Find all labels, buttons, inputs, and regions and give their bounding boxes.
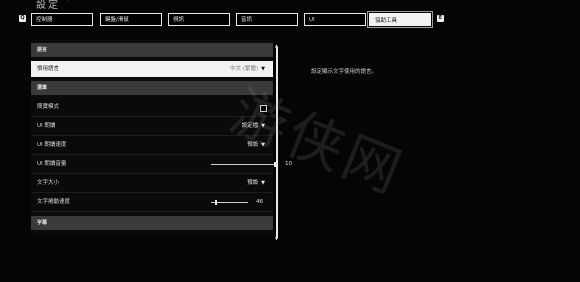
tab-keyboard-mouse[interactable]: 鍵盤/滑鼠 xyxy=(100,13,162,26)
preferred-language-label: 慣用語言 xyxy=(37,66,60,72)
ui-narration-speed-dropdown[interactable]: UI 朗讀速度 預設 ▼ xyxy=(31,136,273,155)
setting-description: 設定顯示文字使用的語言。 xyxy=(311,69,378,75)
header-title: 設定 xyxy=(36,0,60,11)
slider-thumb[interactable] xyxy=(215,200,217,205)
tab-ui[interactable]: UI xyxy=(304,13,366,26)
ui-narration-value: 設定檔 ▼ xyxy=(241,123,265,129)
text-size-dropdown[interactable]: 文字大小 預設 ▼ xyxy=(31,174,273,193)
simplified-mode-label: 簡寶模式 xyxy=(37,104,60,110)
section-menu-header: 選單 xyxy=(31,81,273,95)
preferred-language-dropdown[interactable]: 慣用語言 中文 (繁體) ▼ xyxy=(31,61,273,77)
section-subtitles-header: 字幕 xyxy=(31,216,273,230)
tab-prev-key[interactable]: Q xyxy=(19,15,26,22)
ui-narration-volume-value: 10 xyxy=(285,161,292,167)
header-caret-icon: ▾ xyxy=(66,0,71,4)
ui-narration-dropdown[interactable]: UI 朗讀 設定檔 ▼ xyxy=(31,117,273,136)
tab-video[interactable]: 視訊 xyxy=(168,13,230,26)
scrollbar[interactable] xyxy=(276,47,278,238)
simplified-mode-row[interactable]: 簡寶模式 xyxy=(31,98,273,117)
ui-narration-volume-row: UI 朗讀音量 10 xyxy=(31,155,292,174)
dropdown-arrow-icon: ▼ xyxy=(261,123,265,129)
preferred-language-value: 中文 (繁體) ▼ xyxy=(230,66,265,72)
text-scroll-speed-label: 文字捲動速度 xyxy=(37,199,71,205)
ui-narration-volume-slider[interactable] xyxy=(211,164,275,165)
tab-next-key[interactable]: E xyxy=(437,15,444,22)
scroll-down-icon[interactable]: ▼ xyxy=(275,236,278,241)
ui-narration-volume-label: UI 朗讀音量 xyxy=(37,161,67,167)
tab-accessibility[interactable]: 協助工具 xyxy=(367,11,433,28)
tab-controller[interactable]: 控制器 xyxy=(31,13,93,26)
dropdown-arrow-icon: ▼ xyxy=(261,142,265,148)
ui-narration-label: UI 朗讀 xyxy=(37,123,56,129)
ui-narration-speed-value: 預設 ▼ xyxy=(247,142,265,148)
tab-audio[interactable]: 音訊 xyxy=(236,13,298,26)
section-language-header: 語言 xyxy=(31,43,273,57)
tab-bar: Q 控制器 鍵盤/滑鼠 視訊 音訊 UI 協助工具 E xyxy=(0,11,580,28)
dropdown-arrow-icon: ▼ xyxy=(261,66,265,72)
text-scroll-speed-value: 46 xyxy=(256,199,263,205)
settings-panel: 語言 慣用語言 中文 (繁體) ▼ 選單 簡寶模式 UI 朗讀 設定檔 ▼ UI 朗… xyxy=(31,40,292,236)
simplified-mode-checkbox[interactable] xyxy=(260,105,267,112)
ui-narration-speed-label: UI 朗讀速度 xyxy=(37,142,67,148)
text-size-label: 文字大小 xyxy=(37,180,60,186)
dropdown-arrow-icon: ▼ xyxy=(261,180,265,186)
text-scroll-speed-row: 文字捲動速度 46 xyxy=(31,193,273,212)
text-size-value: 預設 ▼ xyxy=(247,180,265,186)
